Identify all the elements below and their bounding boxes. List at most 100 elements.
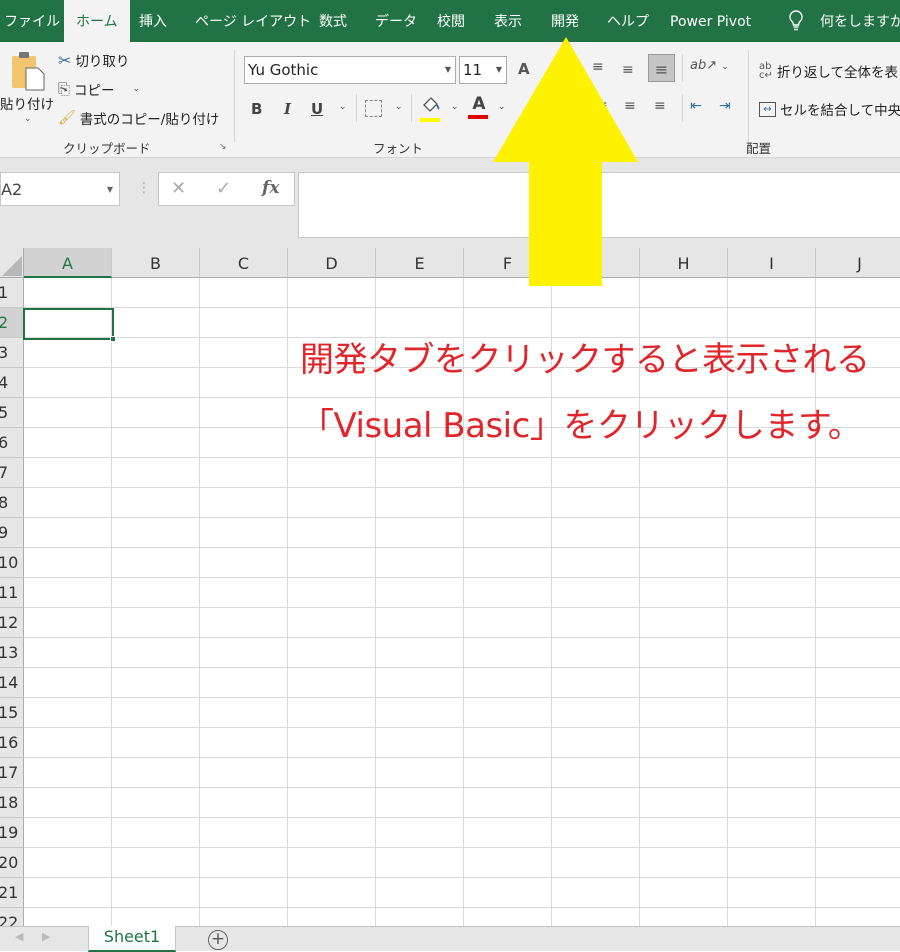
- formula-input[interactable]: [298, 172, 900, 238]
- font-color-button[interactable]: A: [468, 95, 490, 121]
- chevron-down-icon[interactable]: ⌄: [339, 102, 347, 112]
- paint-bucket-icon: [423, 97, 440, 112]
- chevron-down-icon[interactable]: ⌄: [498, 102, 506, 112]
- gridline: [24, 697, 900, 698]
- fill-handle[interactable]: [110, 336, 116, 342]
- drag-handle-icon[interactable]: ⋮: [137, 180, 151, 196]
- font-size-select[interactable]: 11 ▼: [459, 56, 507, 84]
- add-sheet-button[interactable]: +: [208, 930, 228, 950]
- formula-buttons: ✕ ✓ fx: [158, 172, 295, 206]
- row-header-15[interactable]: 15: [0, 698, 24, 728]
- selected-cell[interactable]: [23, 308, 116, 342]
- name-box[interactable]: A2 ▼: [0, 172, 120, 206]
- gridline: [24, 487, 900, 488]
- column-header-f[interactable]: F: [464, 248, 552, 278]
- column-header-e[interactable]: E: [376, 248, 464, 278]
- wrap-text-button[interactable]: ab c↵ 折り返して全体を表: [759, 61, 898, 82]
- paste-button[interactable]: 貼り付け ⌄: [0, 50, 54, 130]
- column-header-b[interactable]: B: [112, 248, 200, 278]
- tab-view[interactable]: 表示: [494, 0, 522, 42]
- insert-function-icon[interactable]: fx: [262, 178, 279, 198]
- gridline: [24, 577, 900, 578]
- select-all-button[interactable]: [0, 248, 24, 278]
- bold-button[interactable]: B: [251, 100, 262, 118]
- grow-font-button[interactable]: A: [518, 60, 530, 78]
- sheet-tab-sheet1[interactable]: Sheet1: [88, 926, 176, 952]
- column-header-j[interactable]: J: [816, 248, 900, 278]
- chevron-down-icon: ▼: [495, 65, 502, 74]
- column-header-i[interactable]: I: [728, 248, 816, 278]
- tab-data[interactable]: データ: [375, 0, 417, 42]
- row-header-1[interactable]: 1: [0, 278, 24, 308]
- row-header-9[interactable]: 9: [0, 518, 24, 548]
- cancel-icon[interactable]: ✕: [171, 178, 186, 199]
- orientation-button[interactable]: ab↗ ⌄: [690, 58, 729, 73]
- scroll-left-icon[interactable]: ◀: [15, 930, 23, 943]
- row-header-3[interactable]: 3: [0, 338, 24, 368]
- format-painter-button[interactable]: 🖌 書式のコピー/貼り付け: [58, 108, 219, 128]
- row-header-21[interactable]: 21: [0, 878, 24, 908]
- row-header-22[interactable]: 22: [0, 908, 24, 926]
- annotation-line-1: 開発タブをクリックすると表示される: [300, 340, 870, 380]
- tab-home[interactable]: ホーム: [64, 0, 130, 42]
- gridline: [24, 907, 900, 908]
- tab-formulas[interactable]: 数式: [319, 0, 347, 42]
- align-left-button[interactable]: ≡: [596, 98, 608, 114]
- row-header-20[interactable]: 20: [0, 848, 24, 878]
- copy-label: コピー: [74, 83, 115, 99]
- align-bottom-button[interactable]: ≡: [648, 54, 675, 82]
- tab-review[interactable]: 校閲: [437, 0, 465, 42]
- enter-icon[interactable]: ✓: [216, 178, 231, 199]
- paste-icon: [12, 52, 45, 91]
- tab-developer[interactable]: 開発: [551, 0, 579, 42]
- row-header-2[interactable]: 2: [0, 308, 24, 338]
- tell-me-search[interactable]: 何をしますか: [820, 0, 900, 42]
- decrease-indent-button[interactable]: ⇤: [690, 98, 702, 114]
- gridline: [24, 667, 900, 668]
- gridline: [24, 817, 900, 818]
- lightbulb-icon[interactable]: [788, 0, 804, 42]
- italic-button[interactable]: I: [284, 100, 291, 118]
- tab-power-pivot[interactable]: Power Pivot: [670, 0, 751, 42]
- underline-button[interactable]: U: [311, 100, 323, 118]
- column-header-c[interactable]: C: [200, 248, 288, 278]
- column-header-g[interactable]: G: [552, 248, 640, 278]
- borders-icon[interactable]: [365, 100, 382, 117]
- chevron-down-icon[interactable]: ⌄: [451, 102, 459, 112]
- chevron-down-icon[interactable]: ⌄: [395, 102, 403, 112]
- copy-button[interactable]: ⎘ コピー ⌄: [58, 79, 140, 99]
- row-header-4[interactable]: 4: [0, 368, 24, 398]
- tab-help[interactable]: ヘルプ: [607, 0, 649, 42]
- row-header-12[interactable]: 12: [0, 608, 24, 638]
- row-header-19[interactable]: 19: [0, 818, 24, 848]
- row-header-5[interactable]: 5: [0, 398, 24, 428]
- row-header-8[interactable]: 8: [0, 488, 24, 518]
- tab-file[interactable]: ファイル: [4, 0, 60, 42]
- dialog-launcher-icon[interactable]: ↘: [219, 142, 227, 152]
- merge-center-button[interactable]: ↔ セルを結合して中央: [759, 99, 900, 119]
- align-middle-button[interactable]: ≡: [622, 62, 634, 78]
- align-center-button[interactable]: ≡: [624, 98, 636, 114]
- cut-button[interactable]: ✂ 切り取り: [58, 50, 129, 71]
- row-header-14[interactable]: 14: [0, 668, 24, 698]
- row-header-6[interactable]: 6: [0, 428, 24, 458]
- font-name-select[interactable]: Yu Gothic ▼: [244, 56, 456, 84]
- tab-page-layout[interactable]: ページ レイアウト: [195, 0, 311, 42]
- row-header-7[interactable]: 7: [0, 458, 24, 488]
- tab-insert[interactable]: 挿入: [139, 0, 167, 42]
- row-header-13[interactable]: 13: [0, 638, 24, 668]
- scroll-right-icon[interactable]: ▶: [42, 930, 50, 943]
- row-header-18[interactable]: 18: [0, 788, 24, 818]
- wrap-text-label: 折り返して全体を表: [776, 65, 898, 81]
- fill-color-button[interactable]: [420, 96, 442, 122]
- row-header-16[interactable]: 16: [0, 728, 24, 758]
- column-header-a[interactable]: A: [24, 248, 112, 278]
- align-top-button[interactable]: ≡: [592, 59, 604, 75]
- increase-indent-button[interactable]: ⇥: [719, 98, 731, 114]
- row-header-17[interactable]: 17: [0, 758, 24, 788]
- row-header-10[interactable]: 10: [0, 548, 24, 578]
- column-header-d[interactable]: D: [288, 248, 376, 278]
- align-right-button[interactable]: ≡: [654, 98, 666, 114]
- column-header-h[interactable]: H: [640, 248, 728, 278]
- row-header-11[interactable]: 11: [0, 578, 24, 608]
